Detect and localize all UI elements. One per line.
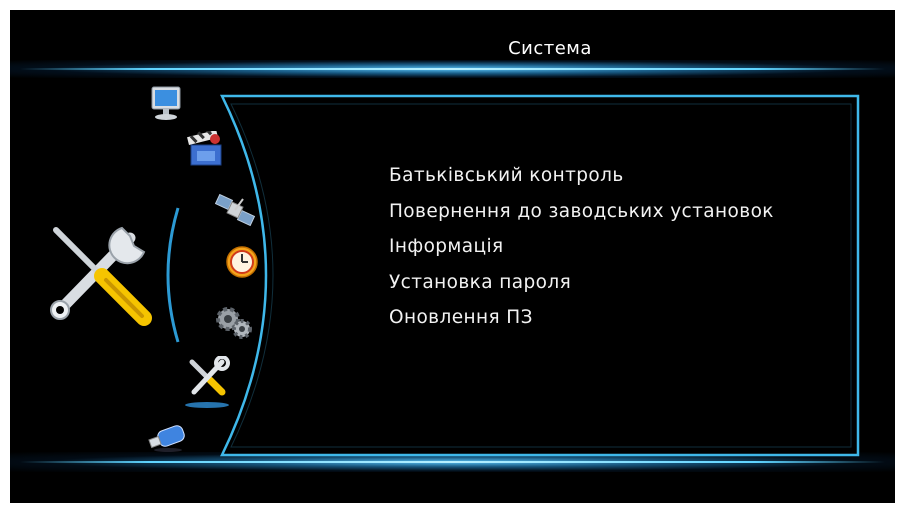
sidebar-item-system[interactable] [186, 355, 230, 404]
tools-icon [189, 355, 230, 396]
menu-item-software-update[interactable]: Оновлення ПЗ [389, 300, 774, 336]
menu-item-parental-control[interactable]: Батьківський контроль [389, 158, 774, 194]
menu-item-set-password[interactable]: Установка пароля [389, 265, 774, 301]
system-menu: Батьківський контроль Повернення до заво… [389, 158, 774, 336]
sidebar-item-monitor[interactable] [148, 85, 186, 129]
sidebar-item-usb[interactable] [148, 418, 192, 462]
sidebar-item-satellite[interactable] [214, 191, 257, 235]
clock-icon [226, 246, 258, 278]
monitor-icon [151, 86, 181, 120]
film-clapper-icon [187, 127, 222, 166]
menu-item-information[interactable]: Інформація [389, 229, 774, 265]
sidebar-item-media[interactable] [185, 127, 227, 175]
usb-drive-icon [148, 425, 185, 452]
gears-icon [216, 307, 252, 339]
sidebar-item-clock[interactable] [225, 245, 261, 285]
menu-item-factory-reset[interactable]: Повернення до заводських установок [389, 194, 774, 230]
satellite-icon [214, 193, 256, 227]
large-category-icon [44, 104, 164, 354]
sidebar-item-settings[interactable] [212, 303, 256, 347]
tools-icon [50, 104, 152, 326]
